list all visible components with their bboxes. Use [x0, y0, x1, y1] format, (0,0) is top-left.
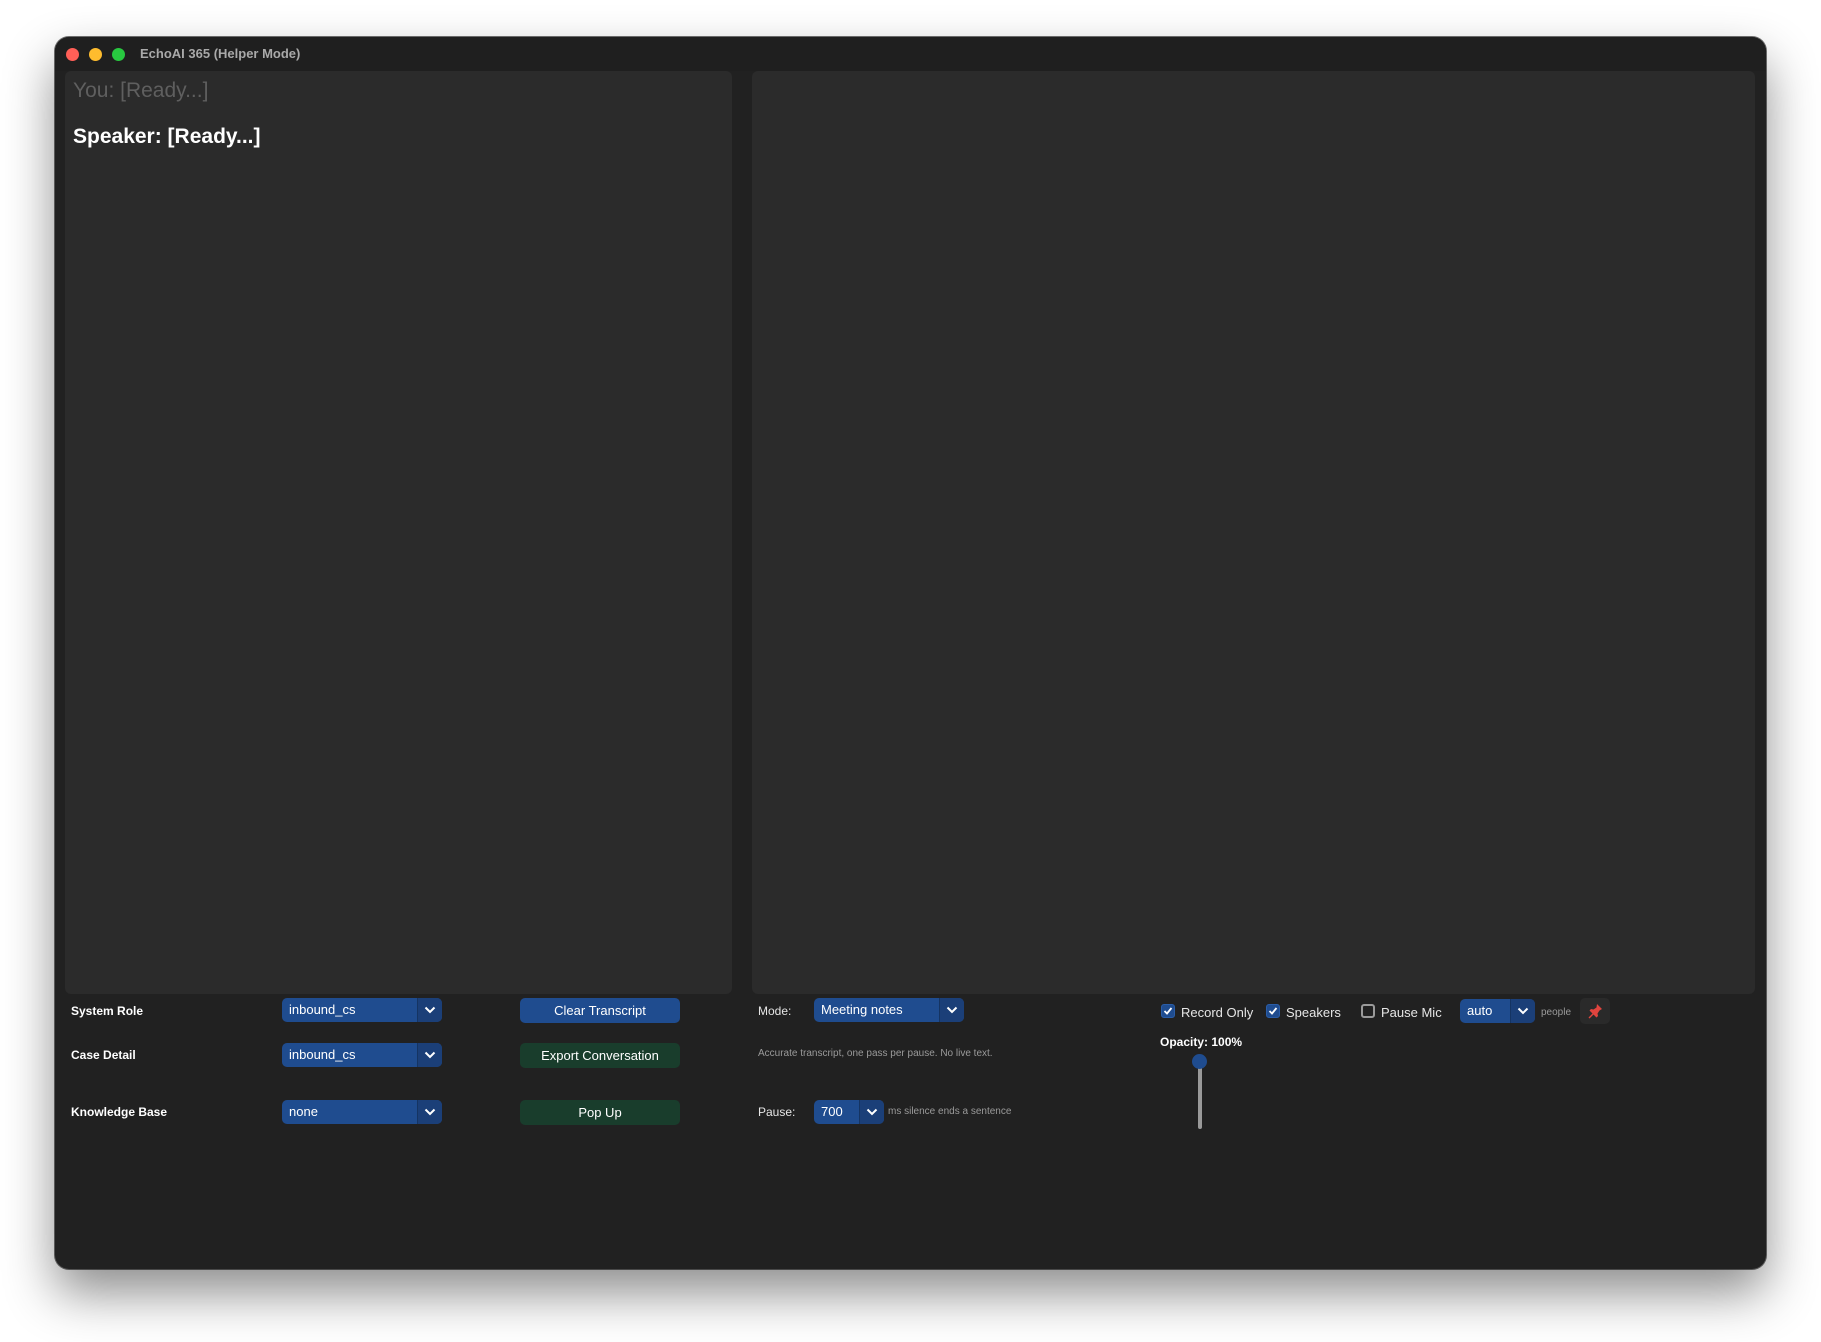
- mode-dropdown[interactable]: Meeting notes: [814, 998, 964, 1022]
- mode-description: Accurate transcript, one pass per pause.…: [758, 1048, 993, 1059]
- record-only-checkbox[interactable]: [1161, 1004, 1175, 1018]
- close-window-button[interactable]: [66, 48, 79, 61]
- pause-label: Pause:: [758, 1105, 796, 1119]
- people-value: auto: [1467, 1003, 1493, 1018]
- people-label: people: [1541, 1007, 1572, 1018]
- mode-label: Mode:: [758, 1004, 792, 1018]
- speakers-checkbox[interactable]: [1266, 1004, 1280, 1018]
- response-panel[interactable]: [752, 71, 1755, 994]
- pushpin-icon: [1588, 1004, 1602, 1019]
- case-detail-dropdown[interactable]: inbound_cs: [282, 1043, 442, 1067]
- knowledge-base-dropdown[interactable]: none: [282, 1100, 442, 1124]
- clear-transcript-button[interactable]: Clear Transcript: [520, 998, 680, 1023]
- export-conversation-button[interactable]: Export Conversation: [520, 1043, 680, 1068]
- mode-value: Meeting notes: [821, 1002, 903, 1017]
- people-dropdown[interactable]: auto: [1460, 999, 1535, 1023]
- speaker-transcript-line: Speaker: [Ready...]: [73, 125, 261, 148]
- chevron-down-icon[interactable]: [417, 1100, 442, 1124]
- speakers-label[interactable]: Speakers: [1286, 1005, 1341, 1020]
- pop-up-button[interactable]: Pop Up: [520, 1100, 680, 1125]
- system-role-label: System Role: [71, 1004, 144, 1018]
- opacity-slider-thumb[interactable]: [1192, 1054, 1207, 1069]
- chevron-down-icon[interactable]: [417, 1043, 442, 1067]
- chevron-down-icon[interactable]: [939, 998, 964, 1022]
- pause-hint: ms silence ends a sentence: [888, 1106, 1012, 1117]
- window-title: EchoAI 365 (Helper Mode): [140, 46, 301, 61]
- pause-mic-label[interactable]: Pause Mic: [1381, 1005, 1442, 1020]
- system-role-dropdown[interactable]: inbound_cs: [282, 998, 442, 1022]
- knowledge-base-value: none: [289, 1104, 318, 1119]
- chevron-down-icon[interactable]: [859, 1100, 884, 1124]
- opacity-slider-track[interactable]: [1198, 1061, 1202, 1129]
- chevron-down-icon[interactable]: [1510, 999, 1535, 1023]
- case-detail-value: inbound_cs: [289, 1047, 356, 1062]
- case-detail-label: Case Detail: [71, 1048, 136, 1062]
- pause-value: 700: [821, 1104, 843, 1119]
- app-window: EchoAI 365 (Helper Mode) You: [Ready...]…: [55, 37, 1766, 1269]
- transcript-panel[interactable]: You: [Ready...] Speaker: [Ready...]: [65, 71, 732, 994]
- pin-button[interactable]: [1580, 998, 1610, 1024]
- pause-dropdown[interactable]: 700: [814, 1100, 884, 1124]
- knowledge-base-label: Knowledge Base: [71, 1105, 168, 1119]
- title-bar[interactable]: EchoAI 365 (Helper Mode): [55, 37, 1766, 71]
- checkmark-icon: [1268, 1007, 1278, 1015]
- record-only-label[interactable]: Record Only: [1181, 1005, 1253, 1020]
- chevron-down-icon[interactable]: [417, 998, 442, 1022]
- maximize-window-button[interactable]: [112, 48, 125, 61]
- you-transcript-line: You: [Ready...]: [73, 79, 209, 102]
- minimize-window-button[interactable]: [89, 48, 102, 61]
- pause-mic-checkbox[interactable]: [1361, 1004, 1375, 1018]
- opacity-label: Opacity: 100%: [1160, 1035, 1243, 1049]
- system-role-value: inbound_cs: [289, 1002, 356, 1017]
- checkmark-icon: [1163, 1007, 1173, 1015]
